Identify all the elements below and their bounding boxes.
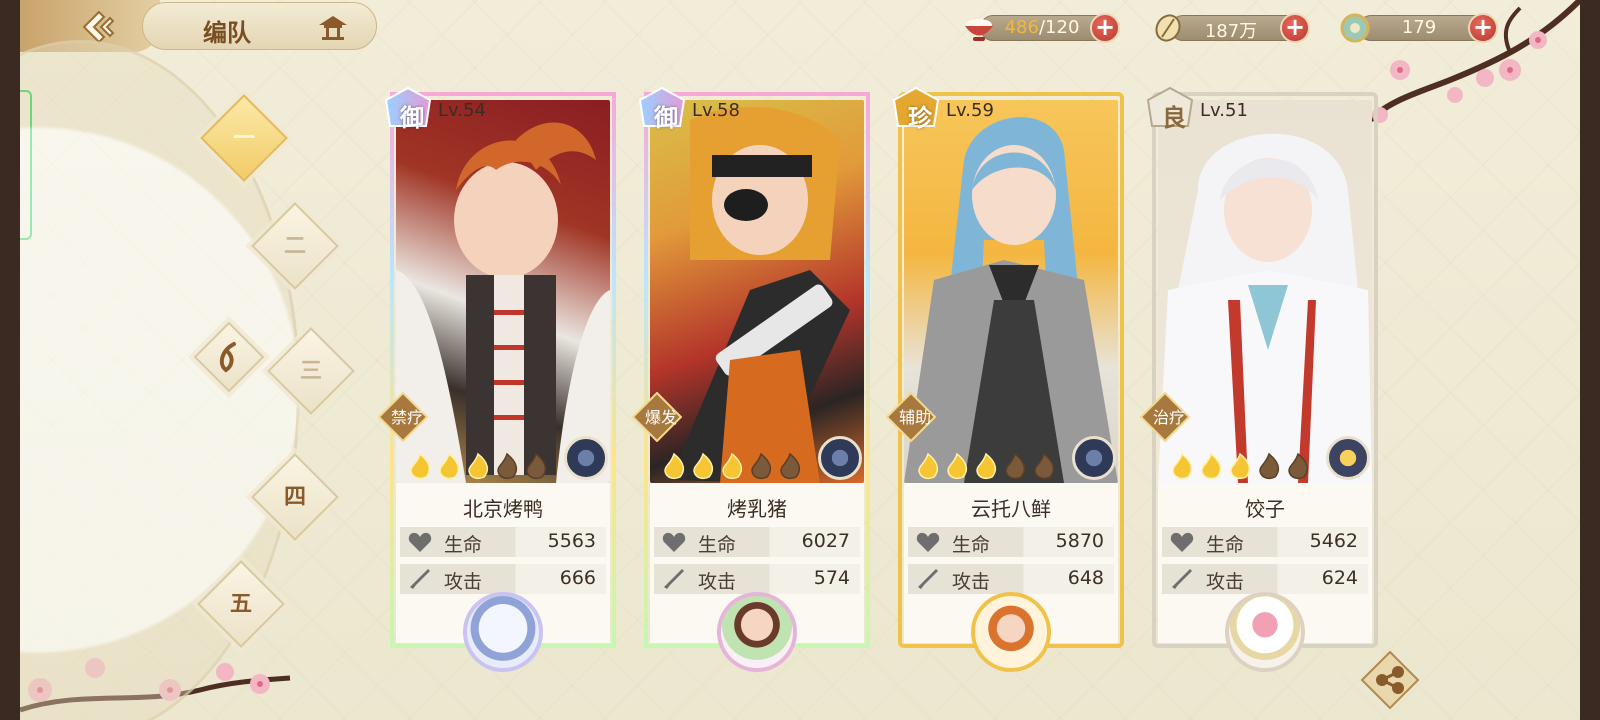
stamina-max: /120 bbox=[1038, 17, 1080, 38]
title-plate: 编队 bbox=[142, 2, 377, 50]
team-tab-1[interactable]: 一 bbox=[200, 94, 288, 182]
role-label: 辅助 bbox=[898, 408, 931, 427]
attack-value: 666 bbox=[559, 567, 596, 589]
character-level: Lv.58 bbox=[692, 100, 740, 121]
character-card-4[interactable]: 良 Lv.51 治疗 饺子 生命 5462 攻击 624 bbox=[1140, 86, 1378, 672]
role-label: 治疗 bbox=[1152, 408, 1185, 427]
flame-star-empty-icon bbox=[1005, 452, 1026, 480]
flame-star-filled-icon bbox=[468, 452, 489, 480]
top-bar: 编队 486/120 + 187万 + 179 + bbox=[20, 0, 1580, 56]
team-emblem bbox=[193, 321, 265, 393]
gem-value: 179 bbox=[1401, 17, 1437, 38]
character-name: 饺子 bbox=[1245, 497, 1285, 521]
sword-icon bbox=[1172, 569, 1192, 589]
hp-value: 5870 bbox=[1055, 530, 1104, 552]
character-card-2[interactable]: 御 Lv.58 爆发 烤乳猪 生命 6027 攻击 574 bbox=[632, 86, 870, 672]
sword-icon bbox=[410, 569, 430, 589]
flame-star-filled-icon bbox=[1201, 452, 1222, 480]
gold-value: 187万 bbox=[1204, 21, 1258, 42]
stamina-current: 486 bbox=[1004, 17, 1039, 38]
gem-counter: 179 + bbox=[1340, 13, 1502, 43]
character-level: Lv.51 bbox=[1200, 100, 1248, 121]
jade-icon bbox=[1340, 13, 1370, 43]
hp-row: 生命 5462 bbox=[1162, 527, 1368, 557]
character-name: 北京烤鸭 bbox=[463, 497, 543, 521]
team-tab-2[interactable]: 二 bbox=[251, 202, 339, 290]
rice-bowl-icon bbox=[965, 19, 993, 41]
swirl-emblem-icon bbox=[219, 342, 236, 373]
flame-star-empty-icon bbox=[526, 452, 547, 480]
flame-star-filled-icon bbox=[439, 452, 460, 480]
back-arrow-icon bbox=[82, 10, 115, 44]
hp-row: 生命 5870 bbox=[908, 527, 1114, 557]
character-level: Lv.59 bbox=[946, 100, 994, 121]
stamina-counter: 486/120 + bbox=[962, 13, 1124, 43]
heart-icon bbox=[916, 532, 940, 552]
share-icon[interactable] bbox=[1360, 650, 1420, 710]
role-label: 爆发 bbox=[644, 408, 677, 427]
character-card-1[interactable]: 御 Lv.54 禁疗 北京烤鸭 生命 5563 攻击 666 bbox=[378, 86, 616, 672]
page-title: 编队 bbox=[203, 18, 251, 47]
flame-star-filled-icon bbox=[693, 452, 714, 480]
star-rating bbox=[410, 452, 547, 480]
hp-value: 5462 bbox=[1309, 530, 1358, 552]
pavilion-icon[interactable] bbox=[318, 13, 348, 41]
character-name: 云托八鲜 bbox=[971, 497, 1051, 521]
chibi-avatar[interactable] bbox=[717, 592, 797, 672]
coin-scroll-icon bbox=[1155, 14, 1181, 42]
attack-row: 攻击 624 bbox=[1162, 564, 1368, 594]
hp-row: 生命 5563 bbox=[400, 527, 606, 557]
dark-flower-icon bbox=[1072, 436, 1116, 480]
character-level: Lv.54 bbox=[438, 100, 486, 121]
star-rating bbox=[918, 452, 1055, 480]
hp-row: 生命 6027 bbox=[654, 527, 860, 557]
attack-value: 648 bbox=[1067, 567, 1104, 589]
attack-value: 574 bbox=[813, 567, 850, 589]
chibi-avatar[interactable] bbox=[1225, 592, 1305, 672]
character-card-3[interactable]: 珍 Lv.59 辅助 云托八鲜 生命 5870 攻击 648 bbox=[886, 86, 1124, 672]
heart-icon bbox=[1170, 532, 1194, 552]
heart-icon bbox=[662, 532, 686, 552]
flame-star-filled-icon bbox=[410, 452, 431, 480]
character-name: 烤乳猪 bbox=[727, 497, 787, 521]
flame-star-filled-icon bbox=[918, 452, 939, 480]
add-stamina-button[interactable]: + bbox=[1090, 13, 1120, 43]
hp-value: 6027 bbox=[801, 530, 850, 552]
flame-star-filled-icon bbox=[664, 452, 685, 480]
flame-star-filled-icon bbox=[1230, 452, 1251, 480]
attack-row: 攻击 574 bbox=[654, 564, 860, 594]
sword-icon bbox=[664, 569, 684, 589]
flame-star-empty-icon bbox=[780, 452, 801, 480]
flame-star-empty-icon bbox=[1259, 452, 1280, 480]
flame-star-filled-icon bbox=[722, 452, 743, 480]
star-rating bbox=[664, 452, 801, 480]
flame-star-empty-icon bbox=[751, 452, 772, 480]
add-gem-button[interactable]: + bbox=[1468, 13, 1498, 43]
flame-star-filled-icon bbox=[1172, 452, 1193, 480]
flame-star-empty-icon bbox=[497, 452, 518, 480]
attack-row: 攻击 666 bbox=[400, 564, 606, 594]
dark-flower-icon bbox=[564, 436, 608, 480]
flame-star-empty-icon bbox=[1288, 452, 1309, 480]
add-gold-button[interactable]: + bbox=[1280, 13, 1310, 43]
sword-icon bbox=[918, 569, 938, 589]
team-tab-3[interactable]: 三 bbox=[267, 327, 355, 415]
formation-screen: 编队 486/120 + 187万 + 179 + 一 二 三 四 五 御 Lv… bbox=[20, 0, 1580, 720]
chibi-avatar[interactable] bbox=[463, 592, 543, 672]
role-label: 禁疗 bbox=[390, 408, 423, 427]
gold-counter: 187万 + bbox=[1152, 13, 1314, 43]
attack-value: 624 bbox=[1321, 567, 1358, 589]
flame-star-filled-icon bbox=[947, 452, 968, 480]
dark-flower-icon bbox=[818, 436, 862, 480]
hp-value: 5563 bbox=[547, 530, 596, 552]
attack-row: 攻击 648 bbox=[908, 564, 1114, 594]
chibi-avatar[interactable] bbox=[971, 592, 1051, 672]
gold-flower-icon bbox=[1326, 436, 1370, 480]
heart-icon bbox=[408, 532, 432, 552]
team-tab-5[interactable]: 五 bbox=[197, 560, 285, 648]
team-tab-4[interactable]: 四 bbox=[251, 453, 339, 541]
flame-star-empty-icon bbox=[1034, 452, 1055, 480]
star-rating bbox=[1172, 452, 1309, 480]
flame-star-filled-icon bbox=[976, 452, 997, 480]
